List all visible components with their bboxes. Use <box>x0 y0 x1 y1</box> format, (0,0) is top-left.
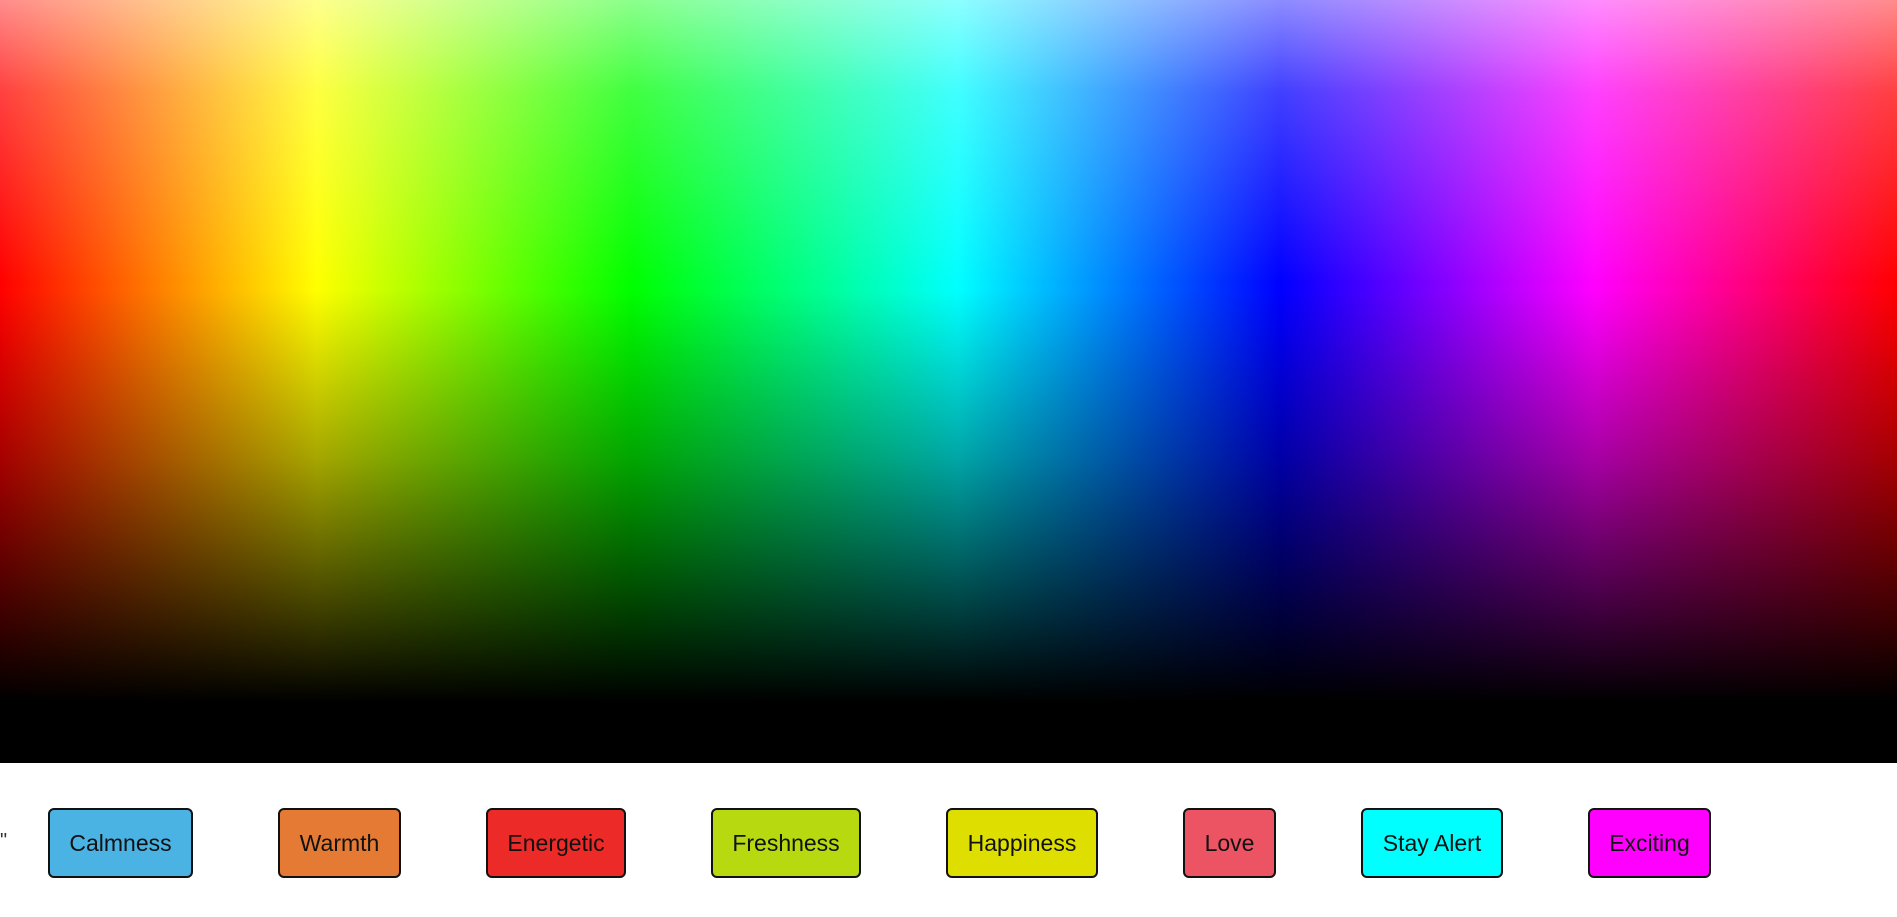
mood-button-warmth[interactable]: Warmth <box>278 808 401 878</box>
mood-button-love[interactable]: Love <box>1183 808 1276 878</box>
mood-button-calmness[interactable]: Calmness <box>48 808 193 878</box>
mood-button-freshness[interactable]: Freshness <box>711 808 861 878</box>
stray-quote-text: " <box>0 830 8 852</box>
mood-button-energetic[interactable]: Energetic <box>486 808 626 878</box>
mood-button-happiness[interactable]: Happiness <box>946 808 1098 878</box>
mood-button-exciting[interactable]: Exciting <box>1588 808 1711 878</box>
color-spectrum-picker[interactable] <box>0 0 1897 763</box>
mood-button-stay-alert[interactable]: Stay Alert <box>1361 808 1503 878</box>
